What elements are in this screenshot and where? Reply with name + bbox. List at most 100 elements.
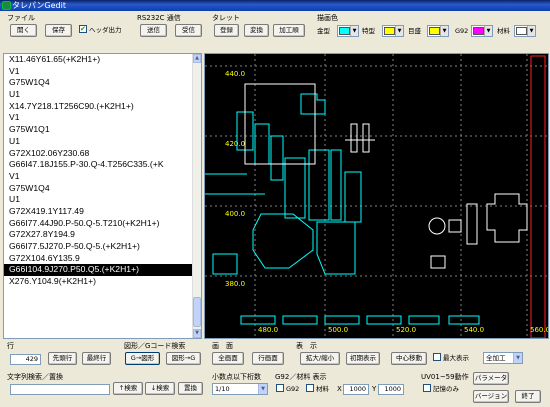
chevron-down-icon[interactable]: ▼ — [350, 26, 358, 36]
row-screen-button[interactable]: 行画面 — [252, 352, 284, 365]
drawing-canvas[interactable]: 480.0500.0520.0540.0560.0580.0 440.0420.… — [204, 53, 549, 339]
checkbox-box[interactable] — [423, 384, 431, 392]
code-line[interactable]: U1 — [4, 136, 201, 148]
g92-display-checkbox[interactable]: G92 — [276, 384, 299, 394]
checkbox-box[interactable] — [79, 24, 87, 34]
search-group-label: 図形／Gコード検索 — [124, 342, 186, 350]
die-shape — [344, 171, 362, 223]
search-down-button[interactable]: ↓検索 — [145, 382, 175, 395]
nc-code-list[interactable]: X11.46Y61.65(+K2H1+) V1 G75W1Q4 U1 X14.7Y218… — [3, 53, 202, 339]
code-line[interactable]: G72X419.1Y117.49 — [4, 206, 201, 218]
die-shape — [284, 157, 306, 219]
title-bar[interactable]: タレパンGedit — [0, 0, 550, 11]
material-color-picker[interactable]: ▼ — [514, 25, 536, 37]
code-line[interactable]: G75W1Q4 — [4, 183, 201, 195]
die-shape — [324, 315, 360, 325]
code-line[interactable]: X11.46Y61.65(+K2H1+) — [4, 54, 201, 66]
code-line[interactable]: V1 — [4, 112, 201, 124]
die-shape — [408, 315, 440, 325]
row-group-label: 行 — [7, 342, 14, 350]
change-button[interactable]: 変換 — [244, 24, 269, 37]
g92-color-picker[interactable]: ▼ — [471, 25, 493, 37]
file-group-label: ファイル — [7, 14, 35, 22]
open-button[interactable]: 開く — [10, 24, 37, 37]
material-shape — [428, 217, 446, 235]
code-line[interactable]: X14.7Y218.1T256C90.(+K2H1+) — [4, 101, 201, 113]
scale-color-picker[interactable]: ▼ — [427, 25, 449, 37]
first-row-button[interactable]: 先頭行 — [48, 352, 77, 365]
app-icon — [2, 1, 11, 10]
g92-color-swatch — [473, 27, 484, 35]
checkbox-box[interactable] — [276, 384, 284, 392]
code-list-scrollbar[interactable]: ▲ ▼ — [192, 54, 201, 338]
search-text-input[interactable] — [10, 384, 110, 395]
x-size-field[interactable]: 1000 — [343, 384, 369, 395]
memory-only-checkbox[interactable]: 記憶のみ — [423, 384, 459, 394]
y-size-field[interactable]: 1000 — [378, 384, 404, 395]
rs232c-group-label: RS232C 通信 — [137, 14, 181, 22]
y-tick-label: 440.0 — [225, 70, 245, 78]
chevron-down-icon[interactable]: ▼ — [395, 26, 403, 36]
code-line[interactable]: U1 — [4, 89, 201, 101]
parameter-button[interactable]: パラメータ — [473, 372, 509, 385]
code-line[interactable]: G66I47.18J155.P-30.Q-4.T256C335.(+K — [4, 159, 201, 171]
code-line[interactable]: G66I77.44J90.P-50.Q-5.T210(+K2H1+) — [4, 218, 201, 230]
scroll-up-icon[interactable]: ▲ — [193, 54, 201, 63]
initial-display-button[interactable]: 初期表示 — [346, 352, 380, 365]
code-line[interactable]: U1 — [4, 194, 201, 206]
special-die-color-picker[interactable]: ▼ — [382, 25, 404, 37]
version-button[interactable]: バージョン — [473, 390, 509, 403]
g-to-shape-button[interactable]: G→図形 — [125, 352, 160, 365]
code-line[interactable]: G72X104.6Y135.9 — [4, 253, 201, 265]
grid-vertical — [254, 54, 528, 338]
die-color-swatch — [339, 27, 350, 35]
chevron-down-icon[interactable]: ▼ — [484, 26, 492, 36]
save-button[interactable]: 保存 — [45, 24, 72, 37]
header-output-checkbox[interactable]: ヘッダ出力 — [79, 24, 122, 35]
machining-order-button[interactable]: 加工順 — [273, 24, 305, 37]
process-select[interactable]: 全加工 ▼ — [483, 352, 523, 364]
die-color-picker[interactable]: ▼ — [337, 25, 359, 37]
last-row-button[interactable]: 最終行 — [82, 352, 111, 365]
send-button[interactable]: 送信 — [140, 24, 167, 37]
code-line[interactable]: G72X102.06Y230.68 — [4, 148, 201, 160]
receive-button[interactable]: 受信 — [175, 24, 202, 37]
scrollbar-thumb[interactable] — [193, 297, 201, 327]
search-up-button[interactable]: ↑検索 — [113, 382, 143, 395]
g92-color-label: G92 — [455, 27, 469, 35]
x-tick-label: 540.0 — [464, 326, 484, 334]
die-shape — [282, 315, 318, 325]
code-line[interactable]: G66I77.5J270.P-50.Q-5.(+K2H1+) — [4, 241, 201, 253]
chevron-down-icon[interactable]: ▼ — [513, 353, 522, 363]
material-display-checkbox[interactable]: 材料 — [306, 384, 329, 394]
plot-svg: 480.0500.0520.0540.0560.0580.0 440.0420.… — [205, 54, 548, 338]
scroll-down-icon[interactable]: ▼ — [193, 329, 201, 338]
checkbox-box[interactable] — [306, 384, 314, 392]
die-shape — [270, 135, 284, 181]
zoom-button[interactable]: 拡大/縮小 — [300, 352, 340, 365]
replace-button[interactable]: 置換 — [178, 382, 203, 395]
chevron-down-icon[interactable]: ▼ — [440, 26, 448, 36]
row-number-field[interactable]: 429 — [10, 354, 41, 365]
max-display-label: 最大表示 — [443, 354, 469, 362]
code-line[interactable]: V1 — [4, 66, 201, 78]
decimal-digits-select[interactable]: 1/10 ▼ — [212, 383, 268, 395]
exit-button[interactable]: 終了 — [515, 390, 541, 403]
max-display-checkbox[interactable]: 最大表示 — [433, 353, 469, 363]
chevron-down-icon[interactable]: ▼ — [527, 26, 535, 36]
center-move-button[interactable]: 中心移動 — [391, 352, 427, 365]
register-button[interactable]: 登録 — [214, 24, 239, 37]
code-line[interactable]: G72X27.8Y194.9 — [4, 229, 201, 241]
code-line[interactable]: G66I104.9J270.P50.Q5.(+K2H1+) — [4, 264, 201, 277]
shape-to-g-button[interactable]: 図形→G — [166, 352, 201, 365]
full-screen-button[interactable]: 全画面 — [212, 352, 244, 365]
string-search-group-label: 文字列検索／置換 — [7, 373, 63, 381]
chevron-down-icon[interactable]: ▼ — [258, 384, 267, 394]
code-line[interactable]: G75W1Q1 — [4, 124, 201, 136]
code-line[interactable]: X276.Y104.9(+K2H1+) — [4, 276, 201, 288]
die-shape — [448, 315, 480, 325]
code-line[interactable]: G75W1Q4 — [4, 77, 201, 89]
checkbox-box[interactable] — [433, 353, 441, 361]
die-shape — [212, 253, 238, 275]
code-line[interactable]: V1 — [4, 171, 201, 183]
